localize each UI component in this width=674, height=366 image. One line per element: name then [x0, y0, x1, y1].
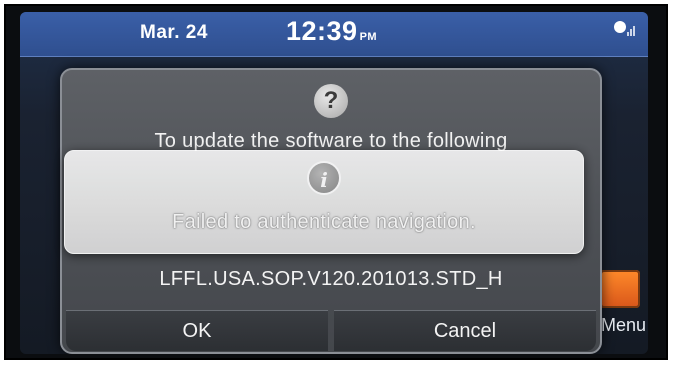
photo-frame: Mar. 24 12:39PM V Menu ? To update the s… — [4, 4, 668, 360]
signal-icon — [614, 21, 635, 36]
status-date: Mar. 24 — [140, 22, 208, 43]
question-icon: ? — [314, 84, 348, 118]
error-toast: i Failed to authenticate navigation. — [64, 150, 584, 254]
menu-label[interactable]: Menu — [601, 315, 646, 336]
status-time: 12:39 PM — [286, 16, 377, 47]
ok-button[interactable]: OK — [66, 310, 328, 351]
status-time-value: 12:39 — [286, 16, 358, 46]
status-bar: Mar. 24 12:39 PM — [20, 12, 648, 57]
status-ampm: PM — [359, 31, 378, 43]
menu-icon[interactable] — [600, 270, 640, 308]
info-icon: i — [307, 161, 341, 195]
cancel-button[interactable]: Cancel — [334, 310, 596, 351]
infotainment-screen: Mar. 24 12:39PM V Menu ? To update the s… — [20, 12, 648, 354]
dialog-version: LFFL.USA.SOP.V120.201013.STD_H — [159, 268, 503, 290]
toast-message: Failed to authenticate navigation. — [172, 211, 476, 233]
